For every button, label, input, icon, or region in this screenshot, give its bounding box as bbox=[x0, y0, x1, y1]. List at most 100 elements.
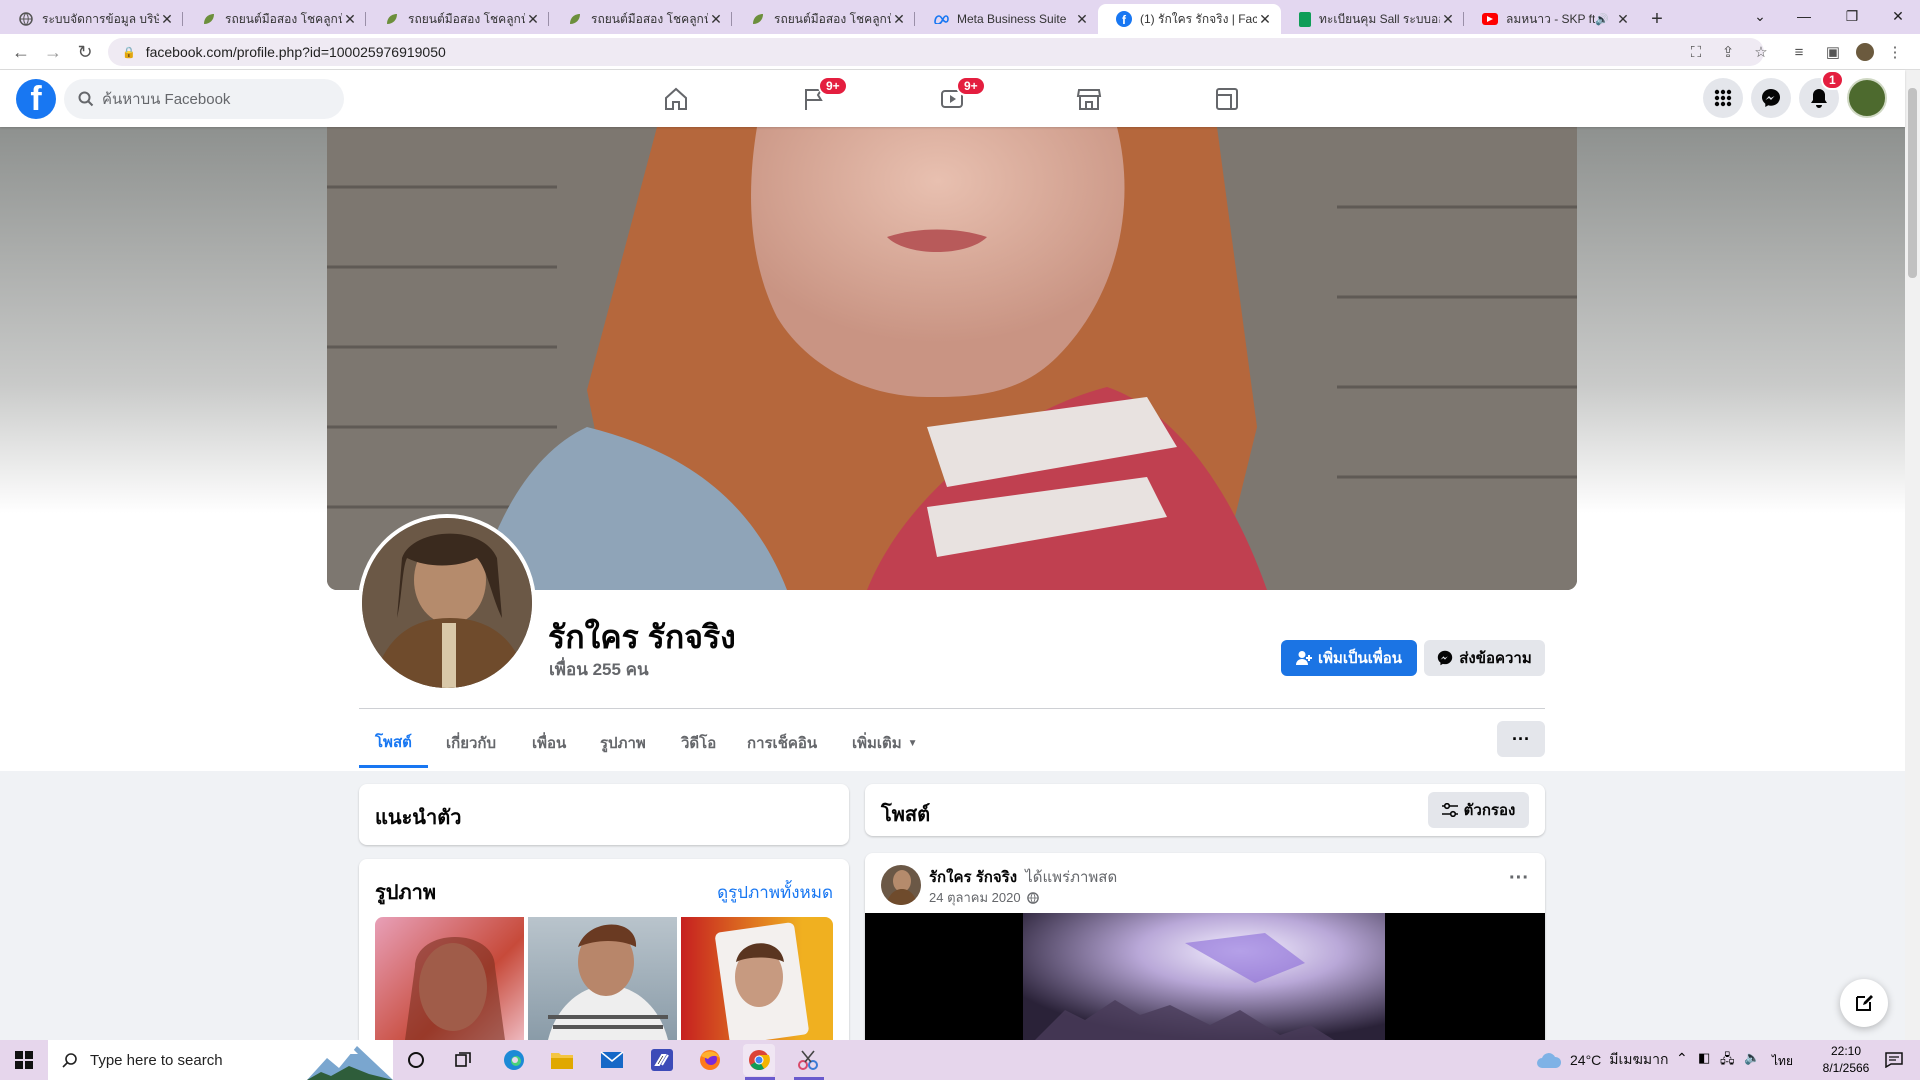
translate-icon[interactable]: ⛶ bbox=[1687, 43, 1705, 61]
send-message-button[interactable]: ส่งข้อความ bbox=[1424, 640, 1545, 676]
profile-avatar[interactable] bbox=[358, 514, 536, 692]
friend-count[interactable]: เพื่อน 255 คน bbox=[549, 656, 649, 683]
weather-widget[interactable]: 24°C มีเมฆมาก bbox=[1536, 1040, 1668, 1080]
account-avatar[interactable] bbox=[1847, 78, 1887, 118]
omnibox[interactable]: 🔒 facebook.com/profile.php?id=1000259769… bbox=[108, 38, 1764, 66]
tab-photos[interactable]: รูปภาพ bbox=[584, 718, 662, 768]
file-explorer-icon[interactable] bbox=[546, 1044, 578, 1076]
page-scrollbar[interactable] bbox=[1905, 70, 1920, 1040]
close-icon[interactable]: ✕ bbox=[1074, 11, 1090, 28]
nav-pages[interactable]: 9+ bbox=[758, 70, 870, 127]
search-icon bbox=[78, 91, 94, 107]
back-button[interactable]: ← bbox=[9, 40, 33, 64]
browser-tab-7[interactable]: f (1) รักใคร รักจริง | Faceb ✕ bbox=[1098, 4, 1281, 34]
vscode-like-icon[interactable] bbox=[646, 1044, 678, 1076]
close-icon[interactable]: ✕ bbox=[1615, 11, 1631, 28]
see-all-photos-link[interactable]: ดูรูปภาพทั้งหมด bbox=[717, 879, 833, 906]
filter-button[interactable]: ตัวกรอง bbox=[1428, 792, 1529, 828]
notification-center-icon[interactable] bbox=[1880, 1048, 1908, 1072]
nav-marketplace[interactable] bbox=[1033, 70, 1145, 127]
close-icon[interactable]: ✕ bbox=[1257, 11, 1273, 28]
notifications-button[interactable]: 1 bbox=[1799, 70, 1844, 118]
add-friend-button[interactable]: เพิ่มเป็นเพื่อน bbox=[1281, 640, 1417, 676]
snipping-tool-icon[interactable] bbox=[792, 1044, 824, 1076]
profile-avatar-icon[interactable] bbox=[1856, 43, 1874, 61]
post-date[interactable]: 24 ตุลาคม 2020 bbox=[929, 887, 1021, 908]
close-icon[interactable]: ✕ bbox=[159, 11, 175, 28]
input-language[interactable]: ไทย bbox=[1772, 1052, 1793, 1071]
clock-time: 22:10 bbox=[1830, 1044, 1862, 1058]
caret-down-icon: ▼ bbox=[907, 737, 918, 749]
tab-about[interactable]: เกี่ยวกับ bbox=[430, 718, 512, 768]
close-icon[interactable]: ✕ bbox=[525, 11, 541, 28]
browser-tab-8[interactable]: ทะเบียนคุม Sall ระบบออนไ ✕ bbox=[1281, 4, 1464, 34]
close-icon[interactable]: ✕ bbox=[708, 11, 724, 28]
media-controls-icon[interactable]: ≡ bbox=[1790, 43, 1808, 61]
new-message-button[interactable] bbox=[1840, 979, 1888, 1027]
tab-posts[interactable]: โพสต์ bbox=[359, 718, 428, 768]
browser-tab-5[interactable]: รถยนต์มือสอง โชคลูกน้อย ✕ bbox=[732, 4, 915, 34]
volume-icon[interactable]: 🔈 bbox=[1744, 1050, 1760, 1066]
tray-chevron-icon[interactable]: ⌃ bbox=[1676, 1050, 1688, 1067]
close-icon[interactable]: ✕ bbox=[342, 11, 358, 28]
tab-more[interactable]: เพิ่มเติม ▼ bbox=[836, 718, 934, 768]
cover-photo[interactable] bbox=[327, 127, 1577, 590]
photo-thumb-2[interactable] bbox=[528, 917, 677, 1040]
close-icon[interactable]: ✕ bbox=[891, 11, 907, 28]
cortana-icon[interactable] bbox=[400, 1044, 432, 1076]
tab-title: ระบบจัดการข้อมูล บริษัท วี bbox=[42, 11, 159, 26]
scrollbar-thumb[interactable] bbox=[1908, 88, 1917, 278]
messenger-button[interactable] bbox=[1751, 78, 1791, 118]
browser-tab-2[interactable]: รถยนต์มือสอง โชคลูกน้อย ✕ bbox=[183, 4, 366, 34]
mail-icon[interactable] bbox=[596, 1044, 628, 1076]
chrome-icon[interactable] bbox=[743, 1044, 775, 1076]
profile-more-options-button[interactable]: ··· bbox=[1497, 721, 1545, 757]
tab-videos[interactable]: วิดีโอ bbox=[665, 718, 732, 768]
browser-tab-9[interactable]: ลมหนาว - SKP ft. C 🔊 ✕ bbox=[1464, 4, 1639, 34]
tab-friends[interactable]: เพื่อน bbox=[516, 718, 582, 768]
reload-button[interactable]: ↻ bbox=[73, 40, 97, 64]
tab-title: ทะเบียนคุม Sall ระบบออนไ bbox=[1319, 11, 1440, 26]
task-view-icon[interactable] bbox=[448, 1044, 480, 1076]
clock[interactable]: 22:10 8/1/2566 bbox=[1810, 1043, 1882, 1077]
browser-tab-6[interactable]: Meta Business Suite ✕ bbox=[915, 4, 1098, 34]
post-author-avatar[interactable] bbox=[881, 865, 921, 905]
menu-grid-button[interactable] bbox=[1703, 78, 1743, 118]
post-options-button[interactable]: ··· bbox=[1509, 867, 1529, 890]
clock-date: 8/1/2566 bbox=[1822, 1061, 1870, 1075]
browser-tab-3[interactable]: รถยนต์มือสอง โชคลูกน้อย ✕ bbox=[366, 4, 549, 34]
photo-thumb-1[interactable] bbox=[375, 917, 524, 1040]
browser-tab-4[interactable]: รถยนต์มือสอง โชคลูกน้อย ✕ bbox=[549, 4, 732, 34]
edge-icon[interactable] bbox=[498, 1044, 530, 1076]
tab-search-icon[interactable]: ⌄ bbox=[1736, 0, 1784, 32]
menu-kebab-icon[interactable]: ⋮ bbox=[1886, 43, 1904, 61]
minimize-button[interactable]: — bbox=[1780, 0, 1828, 32]
speaker-icon[interactable]: 🔊 bbox=[1595, 13, 1609, 26]
share-icon[interactable]: ⇪ bbox=[1719, 43, 1737, 61]
post-video[interactable] bbox=[865, 913, 1545, 1040]
windows-start-icon[interactable] bbox=[6, 1044, 42, 1076]
bookmark-star-icon[interactable]: ☆ bbox=[1752, 43, 1770, 61]
nav-watch[interactable]: 9+ bbox=[896, 70, 1008, 127]
nav-home[interactable] bbox=[620, 70, 732, 127]
camera-tray-icon[interactable]: ◧ bbox=[1698, 1050, 1710, 1066]
close-window-button[interactable]: ✕ bbox=[1874, 0, 1920, 32]
post-author-name[interactable]: รักใคร รักจริง bbox=[929, 869, 1017, 886]
network-icon[interactable]: 🖧 bbox=[1720, 1050, 1735, 1072]
photo-thumb-3[interactable] bbox=[681, 917, 833, 1040]
facebook-search-input[interactable]: ค้นหาบน Facebook bbox=[64, 79, 344, 119]
post-meta: 24 ตุลาคม 2020 bbox=[929, 887, 1039, 908]
home-icon bbox=[663, 86, 689, 112]
forward-button[interactable]: → bbox=[41, 40, 65, 64]
firefox-icon[interactable] bbox=[694, 1044, 726, 1076]
nav-gaming[interactable] bbox=[1171, 70, 1283, 127]
restore-button[interactable]: ❐ bbox=[1828, 0, 1876, 32]
new-tab-button[interactable]: + bbox=[1639, 4, 1675, 34]
facebook-icon: f bbox=[1116, 11, 1132, 27]
side-panel-icon[interactable]: ▣ bbox=[1824, 43, 1842, 61]
browser-tab-1[interactable]: ระบบจัดการข้อมูล บริษัท วี ✕ bbox=[0, 4, 183, 34]
tab-checkins[interactable]: การเช็คอิน bbox=[731, 718, 833, 768]
taskbar-search-box[interactable]: Type here to search bbox=[48, 1040, 393, 1080]
close-icon[interactable]: ✕ bbox=[1440, 11, 1456, 28]
facebook-logo[interactable]: f bbox=[16, 79, 56, 119]
